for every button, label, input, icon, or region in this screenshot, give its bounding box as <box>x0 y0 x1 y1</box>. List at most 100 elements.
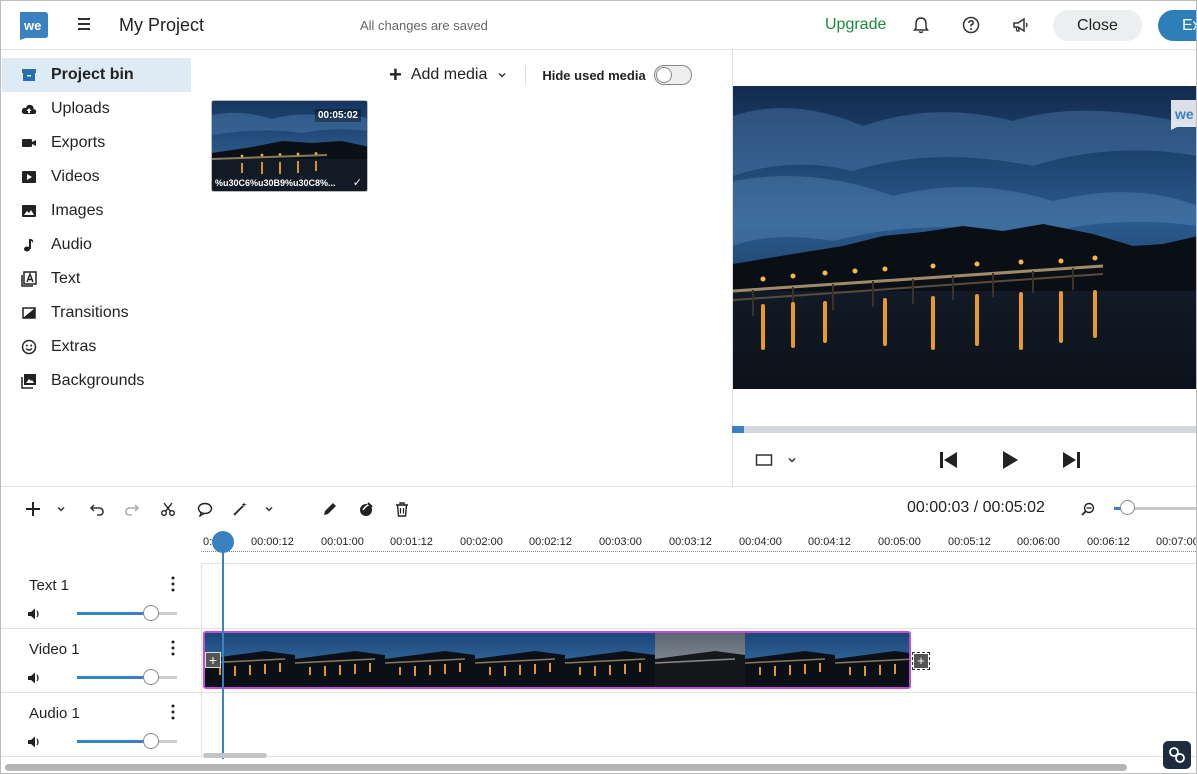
hide-used-media-toggle[interactable] <box>653 65 692 85</box>
more-vertical-icon[interactable] <box>167 639 179 657</box>
header: we My Project All changes are saved Upgr… <box>1 1 1196 50</box>
aspect-ratio-icon[interactable] <box>755 453 775 467</box>
help-icon[interactable] <box>961 15 981 35</box>
image-icon <box>21 203 37 219</box>
export-button[interactable]: Ex <box>1158 10 1196 41</box>
night-bridge-preview-image <box>733 86 1196 389</box>
timeline-toolbar: 00:00:03 / 00:05:02 <box>1 486 1196 531</box>
volume-icon[interactable] <box>27 735 43 749</box>
add-clip-after-icon[interactable]: + <box>912 652 930 670</box>
skip-forward-icon[interactable] <box>1060 450 1082 470</box>
used-check-icon: ✓ <box>352 177 362 189</box>
volume-slider-knob[interactable] <box>143 733 159 749</box>
add-media-button[interactable]: + Add media <box>389 64 507 86</box>
video-clip[interactable] <box>203 631 911 689</box>
app-window: we My Project All changes are saved Upgr… <box>0 0 1197 774</box>
chevron-down-icon[interactable] <box>259 499 279 519</box>
ruler-tick: 00:05:00 <box>878 536 921 548</box>
sidebar-item-backgrounds[interactable]: Backgrounds <box>2 364 191 398</box>
divider <box>525 65 527 85</box>
track-name[interactable]: Video 1 <box>29 641 80 658</box>
undo-icon[interactable] <box>87 499 107 519</box>
timeline-ruler[interactable]: 0: 00:00:12 00:01:00 00:01:12 00:02:00 0… <box>201 531 1196 564</box>
sidebar-item-label: Extras <box>51 338 97 355</box>
ruler-tick: 00:06:00 <box>1017 536 1060 548</box>
volume-fill <box>77 740 149 743</box>
redo-icon[interactable] <box>122 499 142 519</box>
bell-icon[interactable] <box>911 15 931 35</box>
sidebar-item-label: Transitions <box>51 304 129 321</box>
trash-icon[interactable] <box>392 499 412 519</box>
sidebar-item-label: Project bin <box>51 66 134 83</box>
volume-slider-knob[interactable] <box>143 669 159 685</box>
play-icon[interactable] <box>999 450 1021 470</box>
magic-wand-icon[interactable] <box>230 499 250 519</box>
chevron-down-icon[interactable] <box>497 70 507 80</box>
timecode-display: 00:00:03 / 00:05:02 <box>907 499 1045 516</box>
sidebar-item-label: Images <box>51 202 104 219</box>
chevron-down-icon[interactable] <box>786 454 798 466</box>
video-preview[interactable] <box>733 86 1196 389</box>
sidebar-item-text[interactable]: Text <box>2 262 191 296</box>
volume-slider[interactable] <box>77 612 177 615</box>
track-text-1: Text 1 <box>1 565 1196 629</box>
sidebar-item-label: Text <box>51 270 81 287</box>
track-name[interactable]: Text 1 <box>29 577 69 594</box>
volume-icon[interactable] <box>27 671 43 685</box>
sidebar-item-label: Exports <box>51 134 106 151</box>
we-logo-icon[interactable]: we <box>16 9 49 41</box>
sidebar-item-transitions[interactable]: Transitions <box>2 296 191 330</box>
zoom-out-icon[interactable] <box>1078 499 1098 519</box>
pencil-icon[interactable] <box>320 499 340 519</box>
zoom-slider-knob[interactable] <box>1120 500 1135 515</box>
tracks-scrollbar[interactable] <box>203 753 267 758</box>
video-camera-icon <box>21 135 37 151</box>
sidebar-item-extras[interactable]: Extras <box>2 330 191 364</box>
save-status: All changes are saved <box>360 18 488 33</box>
smiley-icon <box>21 339 37 355</box>
media-item-thumbnail[interactable]: 00:05:02 %u30C6%u30B9%u30C8%... ✓ <box>211 100 368 192</box>
skip-back-icon[interactable] <box>938 450 960 470</box>
sidebar-item-uploads[interactable]: Uploads <box>2 92 191 126</box>
sidebar-item-project-bin[interactable]: Project bin <box>2 58 191 92</box>
svg-text:we: we <box>1174 106 1194 122</box>
volume-icon[interactable] <box>27 607 43 621</box>
media-bin-toolbar: + Add media Hide used media <box>389 63 692 87</box>
upgrade-link[interactable]: Upgrade <box>825 16 886 34</box>
close-button[interactable]: Close <box>1053 10 1142 41</box>
sidebar-item-audio[interactable]: Audio <box>2 228 191 262</box>
svg-text:we: we <box>23 18 41 33</box>
sidebar-item-exports[interactable]: Exports <box>2 126 191 160</box>
ruler-tick: 00:01:00 <box>321 536 364 548</box>
megaphone-icon[interactable] <box>1011 15 1031 35</box>
progress-fill <box>732 426 744 433</box>
volume-slider-knob[interactable] <box>143 605 159 621</box>
color-fill-icon[interactable] <box>356 499 376 519</box>
ruler-tick: 00:03:00 <box>599 536 642 548</box>
playhead-handle[interactable] <box>212 531 234 553</box>
menu-icon[interactable] <box>75 15 93 35</box>
sidebar-item-images[interactable]: Images <box>2 194 191 228</box>
timeline-horizontal-scrollbar[interactable] <box>5 764 1127 771</box>
project-bin-icon <box>21 67 37 83</box>
add-track-icon[interactable] <box>23 499 43 519</box>
volume-fill <box>77 676 149 679</box>
volume-slider[interactable] <box>77 676 177 679</box>
clip-filmstrip <box>205 633 909 687</box>
more-vertical-icon[interactable] <box>167 575 179 593</box>
volume-slider[interactable] <box>77 740 177 743</box>
preview-progress-bar[interactable] <box>732 426 1196 433</box>
ruler-tick: 00:03:12 <box>669 536 712 548</box>
sidebar-item-videos[interactable]: Videos <box>2 160 191 194</box>
add-transition-icon[interactable]: + <box>205 652 221 668</box>
scissors-icon[interactable] <box>158 499 178 519</box>
chevron-down-icon[interactable] <box>51 499 71 519</box>
ruler-tick: 00:05:12 <box>948 536 991 548</box>
comment-icon[interactable] <box>195 499 215 519</box>
project-title[interactable]: My Project <box>119 15 204 36</box>
more-vertical-icon[interactable] <box>167 703 179 721</box>
link-icon[interactable] <box>1163 741 1191 769</box>
text-icon <box>21 271 37 287</box>
track-name[interactable]: Audio 1 <box>29 705 80 722</box>
track-header: Video 1 <box>1 629 202 693</box>
